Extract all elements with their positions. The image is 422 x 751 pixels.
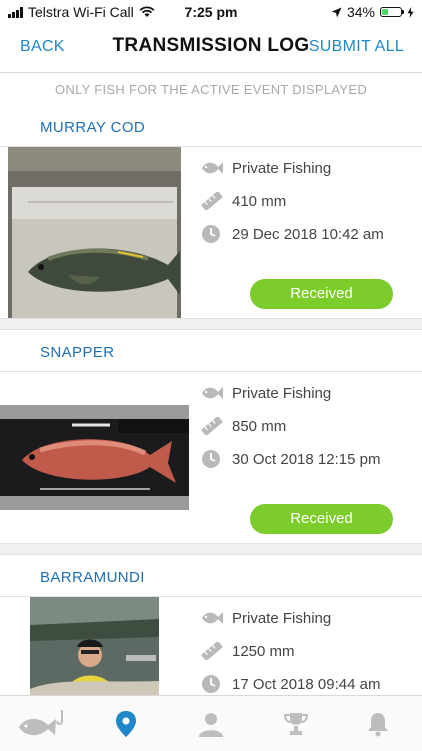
battery-fill bbox=[382, 9, 389, 15]
ruler-icon bbox=[201, 642, 223, 660]
active-event-notice: ONLY FISH FOR THE ACTIVE EVENT DISPLAYED bbox=[54, 82, 368, 97]
status-bar: Telstra Wi-Fi Call 7:25 pm 34% bbox=[0, 0, 422, 24]
tab-map[interactable] bbox=[106, 706, 146, 742]
log-entry-card[interactable]: SNAPPER Private Fishing 850 mm 30 Oct 20… bbox=[0, 335, 422, 543]
species-title: MURRAY COD bbox=[40, 119, 146, 136]
charging-icon bbox=[407, 6, 414, 18]
bell-icon bbox=[368, 713, 388, 737]
battery-icon bbox=[380, 7, 404, 17]
trophy-icon bbox=[283, 713, 309, 735]
status-badge: Received bbox=[250, 279, 393, 309]
clock-icon bbox=[202, 450, 220, 468]
length-value: 410 mm bbox=[232, 192, 287, 210]
fishing-type-label: Private Fishing bbox=[232, 609, 332, 627]
fish-photo[interactable] bbox=[0, 405, 189, 510]
nav-bar: BACK TRANSMISSION LOG SUBMIT ALL bbox=[0, 24, 422, 73]
fishing-type-label: Private Fishing bbox=[232, 384, 332, 402]
clock-icon bbox=[202, 675, 220, 693]
location-arrow-icon bbox=[331, 7, 342, 17]
section-separator bbox=[0, 318, 422, 330]
tab-leaderboard[interactable] bbox=[276, 706, 316, 742]
fishing-type-row: Private Fishing bbox=[200, 609, 331, 627]
fish-icon bbox=[202, 612, 223, 624]
datetime-row: 17 Oct 2018 09:44 am bbox=[200, 674, 380, 694]
battery-percent: 34% bbox=[346, 4, 375, 20]
section-separator bbox=[0, 543, 422, 555]
datetime-row: 30 Oct 2018 12:15 pm bbox=[200, 449, 380, 469]
map-pin-icon bbox=[116, 711, 136, 737]
length-value: 850 mm bbox=[232, 417, 287, 435]
length-value: 1250 mm bbox=[232, 642, 295, 660]
fish-photo[interactable] bbox=[30, 597, 159, 695]
tab-bar bbox=[0, 695, 422, 751]
user-icon bbox=[199, 713, 223, 737]
datetime-value: 30 Oct 2018 12:15 pm bbox=[232, 450, 381, 468]
length-row: 410 mm bbox=[200, 192, 286, 210]
log-entry-card[interactable]: MURRAY COD Private Fishing 410 mm 29 Dec… bbox=[0, 110, 422, 318]
datetime-row: 29 Dec 2018 10:42 am bbox=[200, 224, 384, 244]
submit-all-button[interactable]: SUBMIT ALL bbox=[309, 38, 404, 56]
tab-profile[interactable] bbox=[191, 706, 231, 742]
datetime-value: 29 Dec 2018 10:42 am bbox=[232, 225, 384, 243]
ruler-icon bbox=[201, 417, 223, 435]
tab-catch[interactable] bbox=[16, 706, 68, 742]
fish-hook-icon bbox=[19, 710, 63, 736]
log-entry-card[interactable]: BARRAMUNDI Private Fishing 1250 mm 17 Oc… bbox=[0, 560, 422, 695]
length-row: 850 mm bbox=[200, 417, 286, 435]
status-right: 34% bbox=[331, 4, 414, 20]
fishing-type-label: Private Fishing bbox=[232, 159, 332, 177]
datetime-value: 17 Oct 2018 09:44 am bbox=[232, 675, 381, 693]
clock-icon bbox=[202, 225, 220, 243]
fish-icon bbox=[202, 162, 223, 174]
fish-photo[interactable] bbox=[8, 147, 181, 318]
species-title: SNAPPER bbox=[40, 344, 115, 361]
fish-icon bbox=[202, 387, 223, 399]
fishing-type-row: Private Fishing bbox=[200, 159, 331, 177]
divider bbox=[0, 371, 422, 372]
tab-notifications[interactable] bbox=[358, 706, 398, 742]
length-row: 1250 mm bbox=[200, 642, 295, 660]
fishing-type-row: Private Fishing bbox=[200, 384, 331, 402]
ruler-icon bbox=[201, 192, 223, 210]
species-title: BARRAMUNDI bbox=[40, 569, 145, 586]
status-badge: Received bbox=[250, 504, 393, 534]
